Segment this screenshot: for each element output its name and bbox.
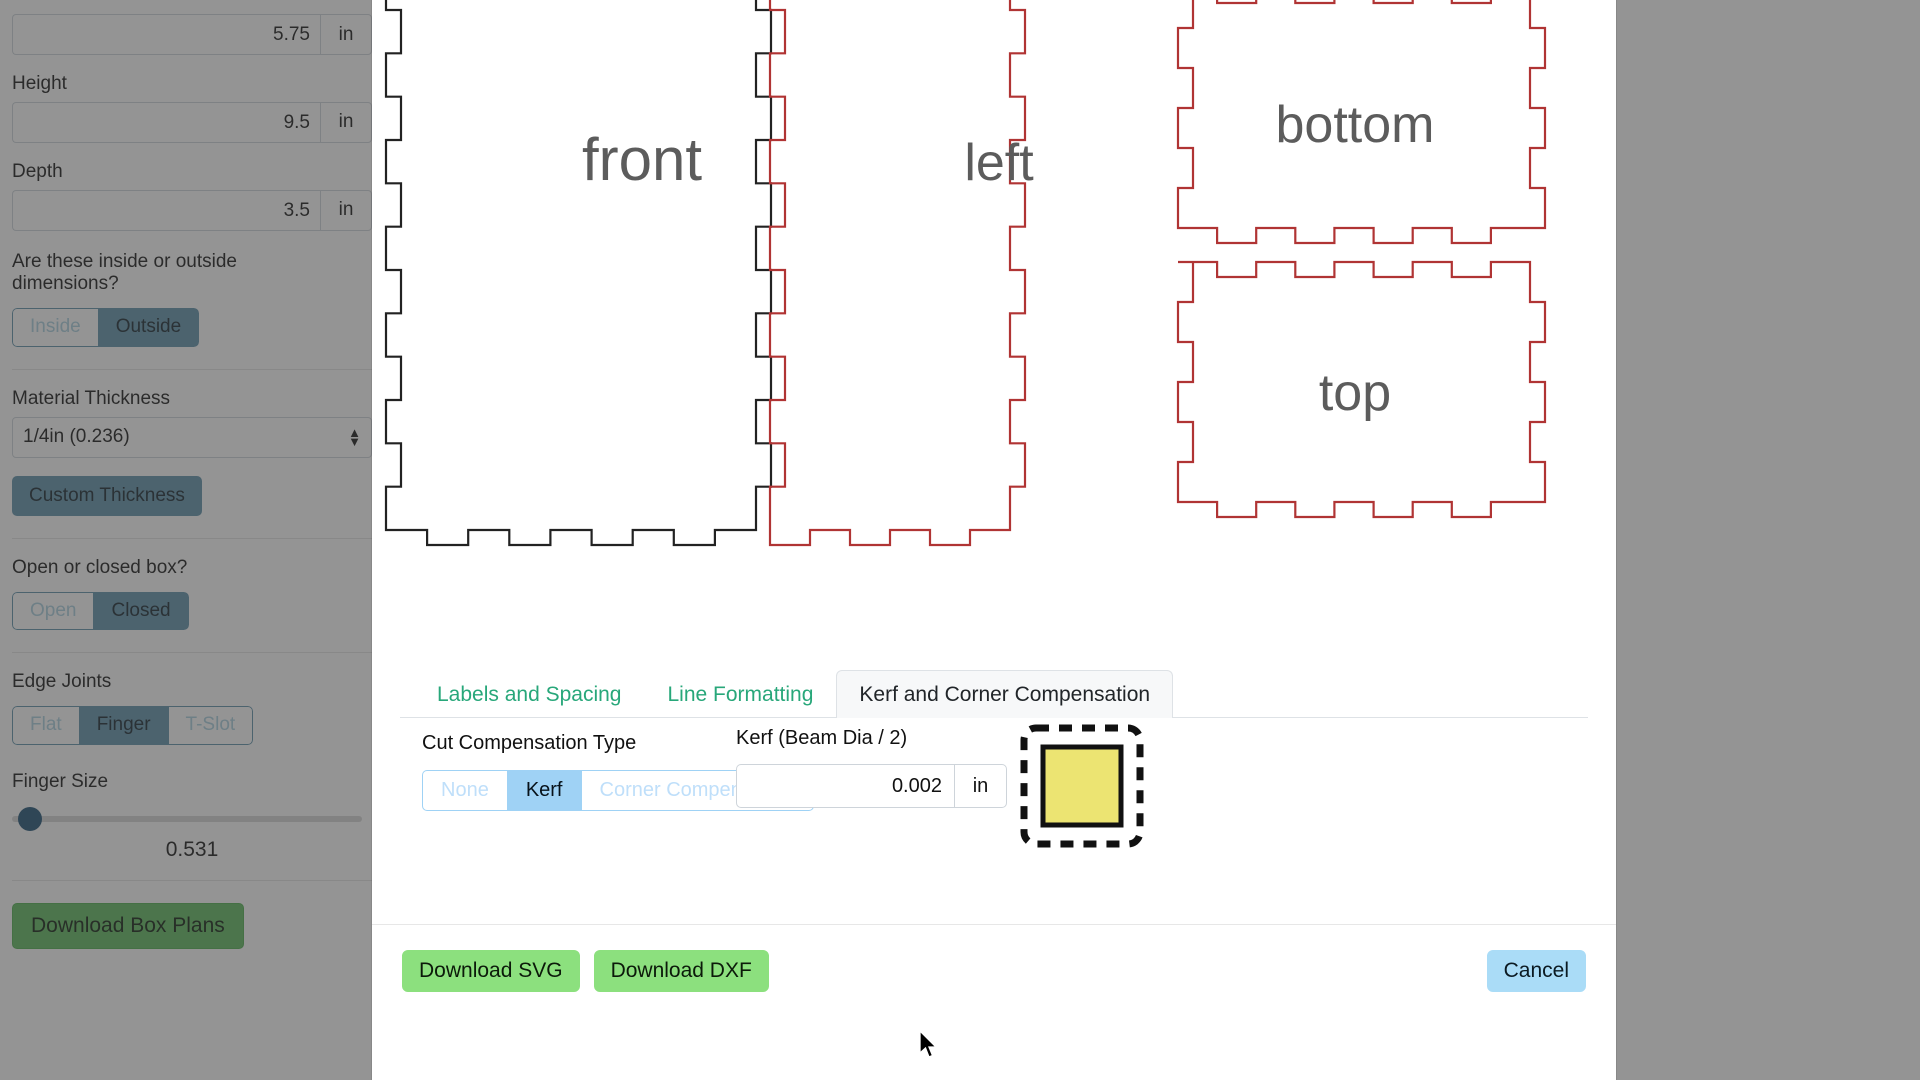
download-dxf-button[interactable]: Download DXF xyxy=(593,949,769,992)
kerf-input-group[interactable]: 0.002 in xyxy=(736,764,1007,808)
box-panel-outline xyxy=(768,0,1027,547)
mouse-cursor xyxy=(919,1030,938,1058)
kerf-unit-label: in xyxy=(954,764,1007,808)
cut-compensation-type-label: Cut Compensation Type xyxy=(422,732,637,754)
cancel-button[interactable]: Cancel xyxy=(1486,949,1586,992)
kerf-input[interactable]: 0.002 xyxy=(736,764,954,808)
compensation-none-option[interactable]: None xyxy=(422,770,507,811)
tab-labels-and-spacing[interactable]: Labels and Spacing xyxy=(414,670,644,718)
panel-label-left: left xyxy=(964,134,1034,192)
compensation-kerf-option[interactable]: Kerf xyxy=(506,770,581,811)
kerf-diagram-svg xyxy=(1020,724,1144,848)
tab-line-formatting[interactable]: Line Formatting xyxy=(644,670,836,718)
tab-strip: Labels and Spacing Line Formatting Kerf … xyxy=(400,669,1588,718)
kerf-field-label: Kerf (Beam Dia / 2) xyxy=(736,727,908,750)
box-panel-outline xyxy=(384,0,773,547)
export-options-modal: front left bottom top Labels and Spacing… xyxy=(372,0,1616,1080)
kerf-inner-filled-rect xyxy=(1040,744,1124,828)
modal-tabs-section: Labels and Spacing Line Formatting Kerf … xyxy=(372,669,1616,924)
panel-label-bottom: bottom xyxy=(1276,96,1435,154)
kerf-tab-panel: Cut Compensation Type None Kerf Corner C… xyxy=(400,718,1588,924)
box-plan-svg: front left bottom top xyxy=(384,0,1547,547)
box-plan-preview: front left bottom top xyxy=(372,0,1616,670)
kerf-illustration xyxy=(1018,722,1146,855)
modal-footer: Download SVG Download DXF Cancel xyxy=(372,924,1616,1016)
download-svg-button[interactable]: Download SVG xyxy=(402,949,580,992)
panel-label-front: front xyxy=(582,126,702,193)
panel-label-top: top xyxy=(1319,364,1391,422)
tab-kerf-and-corner-compensation[interactable]: Kerf and Corner Compensation xyxy=(836,669,1174,718)
